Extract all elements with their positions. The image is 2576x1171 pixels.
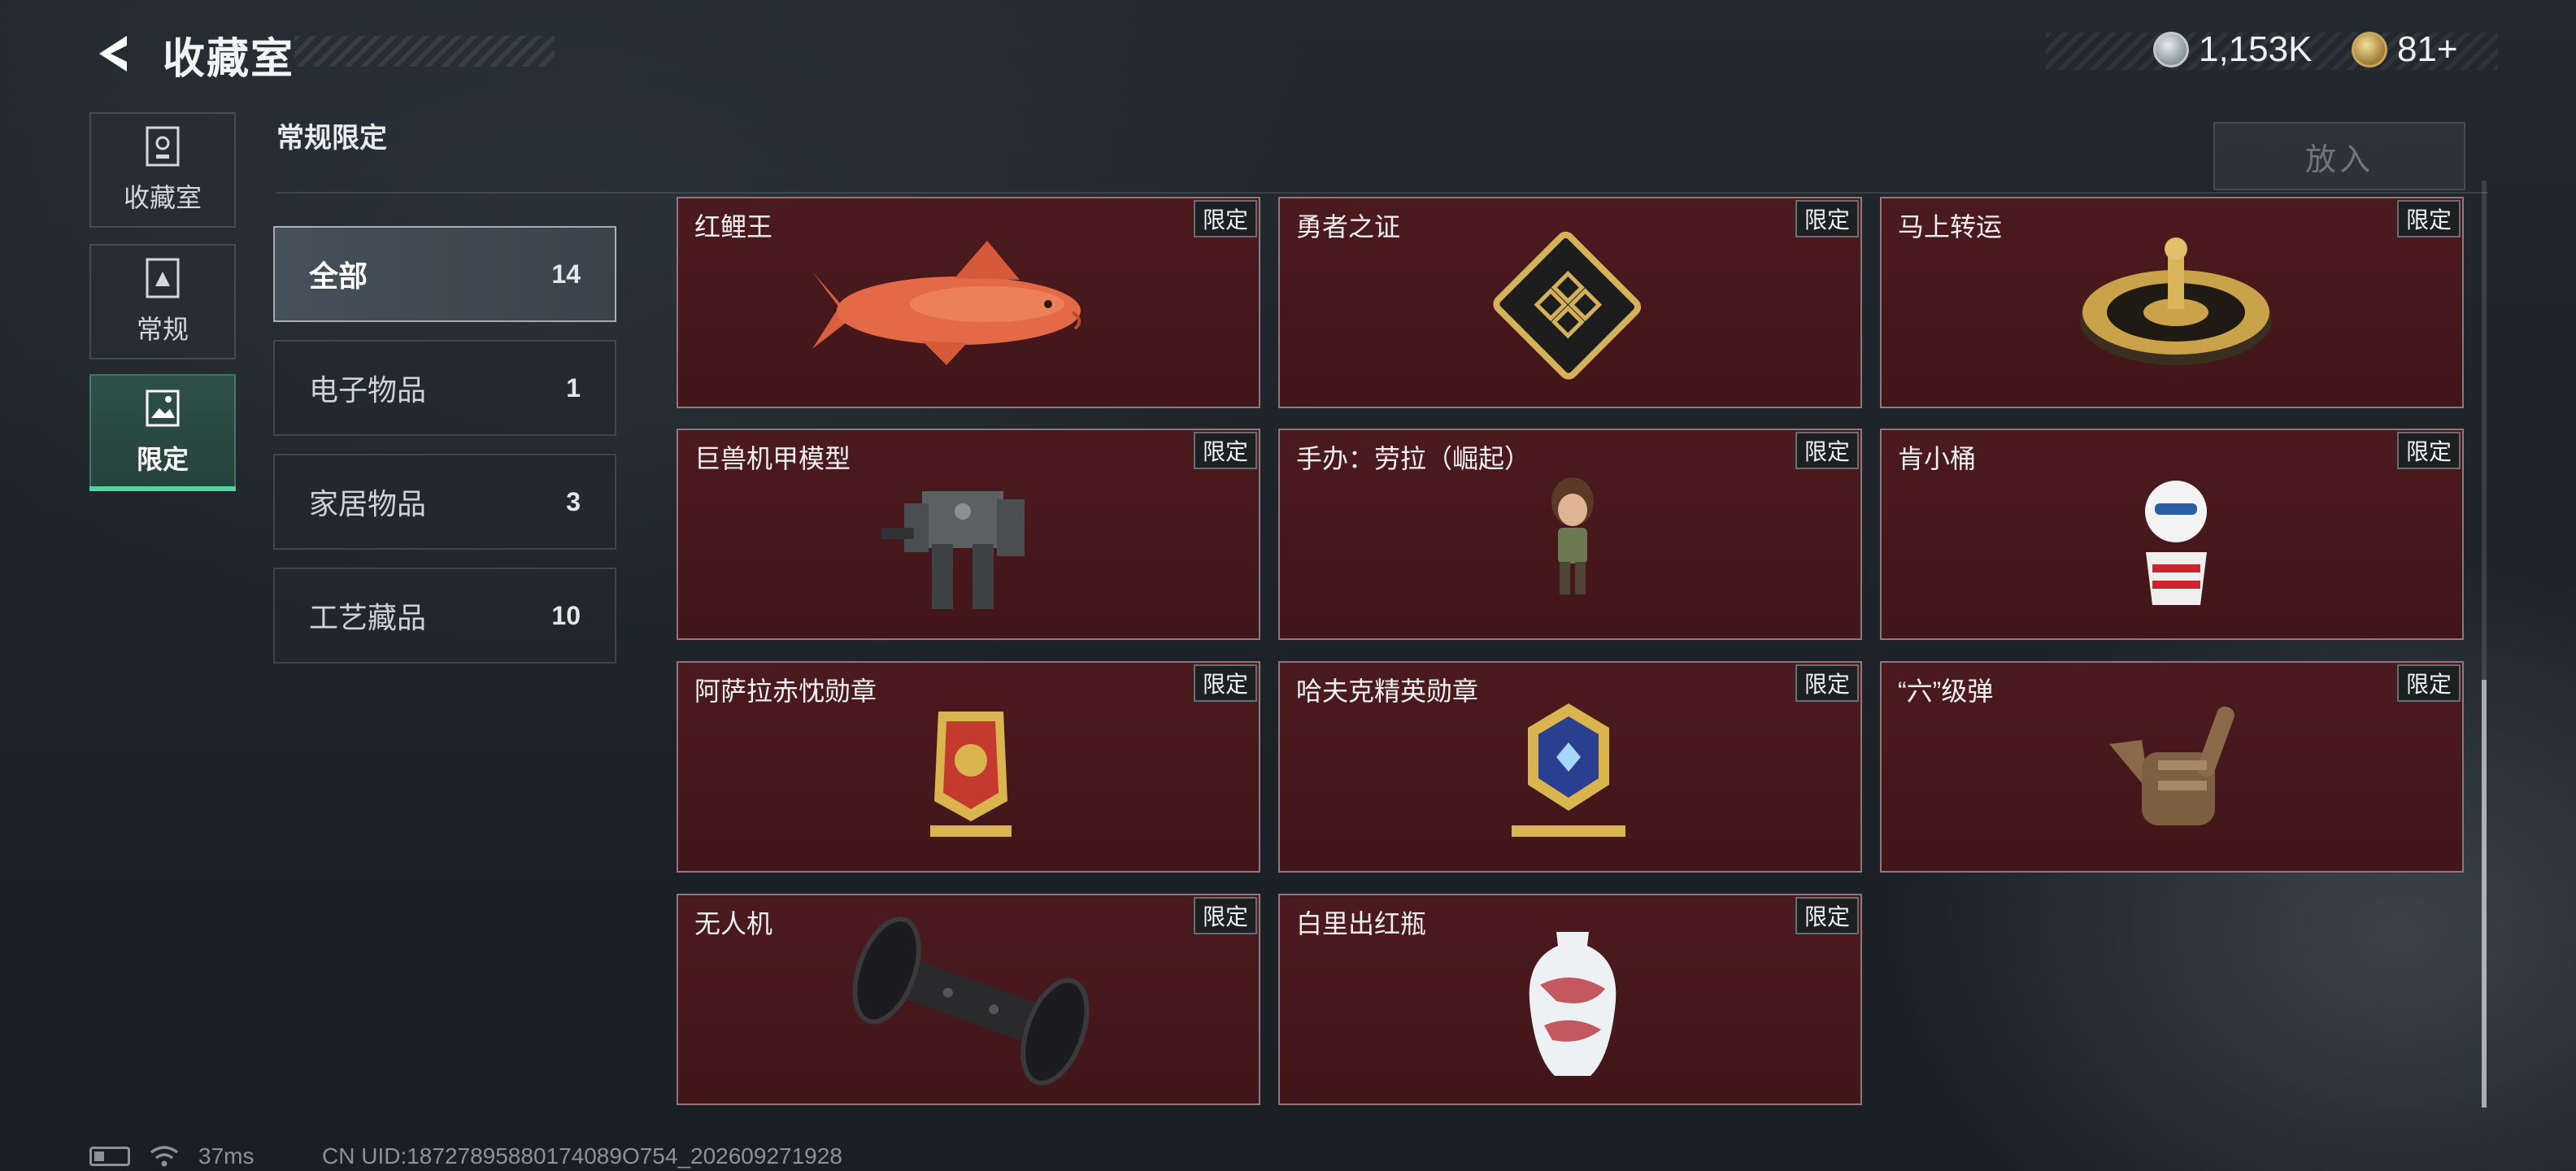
item-name: 巨兽机甲模型: [694, 444, 851, 473]
currency-silver-value: 1,153K: [2199, 29, 2313, 69]
item-name: 哈夫克精英勋章: [1296, 677, 1479, 706]
item-card[interactable]: 肯小桶 限定: [1880, 429, 2464, 640]
status-bar: 37ms: [89, 1143, 254, 1169]
book-icon: [146, 258, 180, 298]
title-decoration: [294, 36, 555, 67]
item-name: 马上转运: [1898, 212, 2003, 242]
nav-collection-room[interactable]: 收藏室: [89, 112, 236, 228]
limited-tag: 限定: [2397, 432, 2461, 469]
category-crafts[interactable]: 工艺藏品 10: [273, 568, 616, 664]
item-card[interactable]: 阿萨拉赤忱勋章 限定: [677, 661, 1260, 873]
trophy-icon: [146, 126, 180, 167]
category-count: 3: [566, 486, 581, 516]
item-card[interactable]: 白里出红瓶 限定: [1278, 894, 1862, 1105]
nav-limited[interactable]: 限定: [89, 374, 236, 490]
silver-coin-icon: [2153, 32, 2189, 67]
section-title: 常规限定: [276, 123, 387, 154]
scrollbar-thumb[interactable]: [2482, 680, 2487, 1108]
category-count: 10: [551, 600, 581, 630]
back-arrow-icon[interactable]: [91, 31, 137, 76]
nav-label: 常规: [136, 315, 189, 344]
item-name: 阿萨拉赤忱勋章: [694, 677, 877, 706]
gold-token-icon: [2352, 32, 2387, 67]
nav-label: 收藏室: [123, 183, 202, 212]
limited-tag: 限定: [2397, 664, 2461, 702]
put-in-button[interactable]: 放入: [2213, 122, 2465, 190]
limited-tag: 限定: [1194, 200, 1257, 237]
limited-tag: 限定: [1194, 897, 1257, 934]
nav-label: 限定: [136, 445, 189, 474]
limited-tag: 限定: [1194, 664, 1257, 702]
item-name: 勇者之证: [1296, 212, 1401, 242]
item-name: 肯小桶: [1898, 444, 1977, 473]
category-name: 全部: [309, 259, 368, 293]
battery-icon: [89, 1147, 130, 1166]
category-name: 家居物品: [309, 487, 427, 520]
currency-silver: 1,153K: [2153, 29, 2312, 70]
image-frame-icon: [146, 390, 180, 427]
item-card[interactable]: 无人机 限定: [677, 894, 1260, 1105]
uid-text: CN UID:18727895880174089O754_20260927192…: [322, 1143, 842, 1169]
category-all[interactable]: 全部 14: [273, 226, 616, 322]
wifi-icon: [150, 1146, 179, 1167]
page-title: 收藏室: [163, 36, 295, 83]
nav-active-indicator: [89, 486, 236, 491]
ping-text: 37ms: [198, 1143, 255, 1169]
currency-gold-value: 81+: [2397, 29, 2458, 69]
limited-tag: 限定: [1795, 432, 1859, 469]
item-card[interactable]: 马上转运 限定: [1880, 197, 2464, 408]
category-name: 工艺藏品: [309, 601, 427, 634]
limited-tag: 限定: [1795, 664, 1859, 702]
item-name: 无人机: [694, 909, 773, 938]
limited-tag: 限定: [1194, 432, 1257, 469]
currency-gold: 81+: [2352, 29, 2458, 70]
item-card[interactable]: 勇者之证 限定: [1278, 197, 1862, 408]
section-divider: [276, 192, 2488, 194]
item-name: 红鲤王: [694, 212, 773, 242]
item-card[interactable]: 哈夫克精英勋章 限定: [1278, 661, 1862, 873]
item-name: “六”级弹: [1898, 677, 1994, 706]
category-electronics[interactable]: 电子物品 1: [273, 340, 616, 436]
item-card[interactable]: 巨兽机甲模型 限定: [677, 429, 1260, 640]
limited-tag: 限定: [1795, 897, 1859, 934]
nav-regular[interactable]: 常规: [89, 244, 236, 359]
item-name: 白里出红瓶: [1296, 909, 1427, 938]
category-count: 1: [566, 372, 581, 403]
category-household[interactable]: 家居物品 3: [273, 454, 616, 550]
limited-tag: 限定: [1795, 200, 1859, 237]
item-card[interactable]: “六”级弹 限定: [1880, 661, 2464, 873]
limited-tag: 限定: [2397, 200, 2461, 237]
item-card[interactable]: 红鲤王 限定: [677, 197, 1260, 408]
item-name: 手办：劳拉（崛起）: [1296, 444, 1531, 473]
category-count: 14: [551, 259, 581, 289]
item-card[interactable]: 手办：劳拉（崛起） 限定: [1278, 429, 1862, 640]
category-name: 电子物品: [309, 373, 427, 407]
